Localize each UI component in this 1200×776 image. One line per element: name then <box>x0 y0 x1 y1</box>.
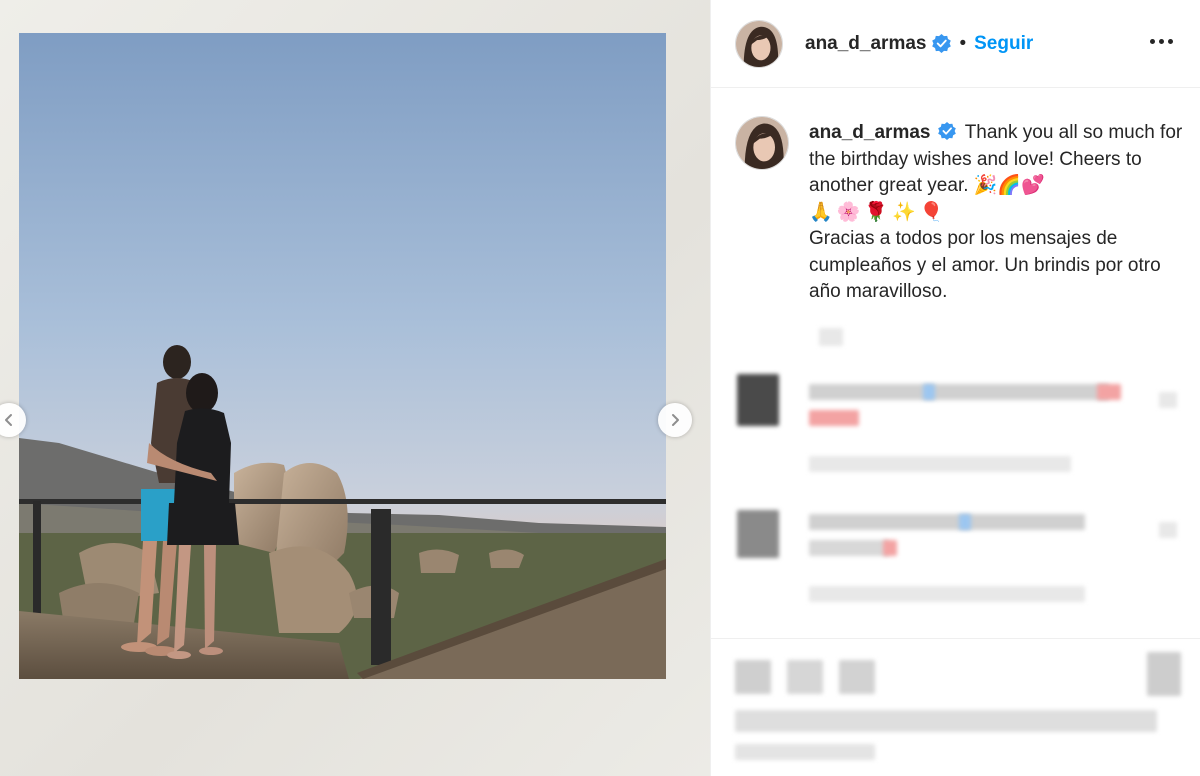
verified-badge-icon <box>937 121 956 140</box>
next-photo-button[interactable] <box>658 403 692 437</box>
comment-icon[interactable] <box>787 660 823 694</box>
comment-like-redacted[interactable] <box>1159 522 1177 538</box>
caption-avatar[interactable] <box>735 116 789 170</box>
comment-badge-redacted <box>923 384 935 400</box>
caption-emojis: 🙏🌸🌹✨🎈 <box>809 201 948 223</box>
post-side-panel: ana_d_armas • Seguir ana_d_armas Thank y… <box>710 0 1200 776</box>
save-icon[interactable] <box>1147 652 1181 696</box>
caption-spanish: Gracias a todos por los mensajes de cump… <box>809 228 1161 302</box>
author-avatar[interactable] <box>735 19 783 68</box>
comment-meta-redacted <box>809 456 1071 472</box>
post-photo[interactable] <box>19 33 666 679</box>
comment-emoji-redacted <box>883 540 897 556</box>
avatar-image <box>736 20 782 67</box>
more-dot <box>1158 38 1164 44</box>
header-separator: • <box>959 32 967 54</box>
comment-like-redacted[interactable] <box>1159 392 1177 408</box>
chevron-left-icon <box>5 414 12 426</box>
caption-username[interactable]: ana_d_armas <box>809 122 930 143</box>
photo-scene <box>19 33 666 679</box>
share-icon[interactable] <box>839 660 875 694</box>
author-username[interactable]: ana_d_armas <box>805 33 926 55</box>
comment-emoji-redacted <box>809 410 859 426</box>
like-icon[interactable] <box>735 660 771 694</box>
post-header: ana_d_armas • Seguir <box>711 0 1200 88</box>
comment-emoji-redacted <box>1097 384 1121 400</box>
actions-divider <box>711 638 1200 639</box>
avatar-image <box>736 117 788 169</box>
more-dot <box>1167 38 1173 44</box>
likes-count-redacted <box>735 710 1157 732</box>
comment-text-redacted <box>809 514 1085 530</box>
comment-avatar-redacted[interactable] <box>737 374 779 426</box>
chevron-right-icon <box>672 414 679 426</box>
caption-text: ana_d_armas Thank you all so much for th… <box>809 120 1189 306</box>
more-options-icon <box>1149 38 1155 44</box>
verified-badge-icon <box>932 34 952 53</box>
comment-badge-redacted <box>959 514 971 530</box>
post-date-redacted <box>735 744 875 760</box>
comment-text-redacted <box>809 540 889 556</box>
comment-text-redacted <box>809 384 1109 400</box>
caption-timestamp-redacted <box>819 328 843 346</box>
post-media <box>0 0 710 776</box>
follow-button[interactable]: Seguir <box>974 33 1033 55</box>
comment-avatar-redacted[interactable] <box>737 510 779 558</box>
comment-meta-redacted <box>809 586 1085 602</box>
more-options-button[interactable] <box>1147 26 1175 56</box>
